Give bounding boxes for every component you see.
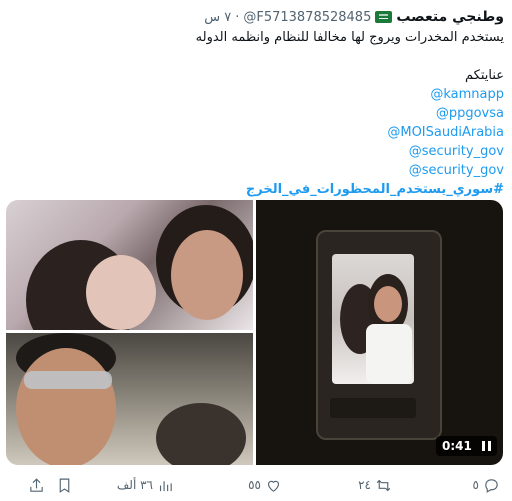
tweet-header: وطنجي متعصب @F5713878528485 · ٧ س [204, 6, 504, 28]
retweet-button[interactable]: ٢٤ [358, 472, 392, 498]
media-photo[interactable] [6, 333, 253, 465]
author-handle[interactable]: @F5713878528485 [243, 10, 371, 25]
media-photo[interactable] [6, 200, 253, 330]
like-count: ٥٥ [248, 478, 261, 492]
author-display-name[interactable]: وطنجي متعصب [396, 9, 504, 25]
views-icon [159, 480, 172, 491]
like-button[interactable]: ٥٥ [248, 472, 282, 498]
media-grid: 0:41 [6, 200, 503, 465]
views-button[interactable]: ٣٦ ألف [117, 472, 174, 498]
tweet-text-line [34, 47, 504, 66]
hashtag-link[interactable]: #سوري_يستخدم_المحظورات_في_الخرج [246, 182, 504, 197]
mention-link[interactable]: @ppgovsa [436, 106, 504, 121]
tweet: وطنجي متعصب @F5713878528485 · ٧ س يستخدم… [0, 0, 512, 501]
flag-icon [375, 11, 393, 23]
video-duration: 0:41 [436, 436, 497, 456]
media-video[interactable]: 0:41 [256, 200, 503, 465]
tweet-timestamp[interactable]: ٧ س [204, 10, 231, 25]
share-icon [30, 477, 43, 492]
reply-icon [485, 478, 498, 493]
mention-link[interactable]: @kamnapp [430, 87, 504, 102]
reply-count: ٥ [472, 478, 479, 492]
header-separator: · [235, 9, 240, 25]
tweet-text: يستخدم المخدرات ويروج لها مخالفا للنظام … [34, 28, 504, 199]
pause-icon[interactable] [481, 441, 491, 451]
action-bar: ٥ ٢٤ ٥٥ ٣٦ ألف [0, 472, 512, 498]
tweet-text-line: يستخدم المخدرات ويروج لها مخالفا للنظام … [195, 30, 504, 45]
bookmark-button[interactable] [56, 472, 73, 498]
tweet-text-line: عنايتكم [464, 68, 504, 83]
video-frame [316, 230, 442, 440]
share-button[interactable] [28, 472, 45, 498]
views-count: ٣٦ ألف [116, 478, 153, 492]
mention-link[interactable]: @security_gov [409, 163, 504, 178]
video-duration-text: 0:41 [442, 439, 472, 453]
bookmark-icon [59, 478, 70, 493]
reply-button[interactable]: ٥ [473, 472, 500, 498]
retweet-icon [376, 479, 391, 491]
mention-link[interactable]: @security_gov [409, 144, 504, 159]
mention-link[interactable]: @MOISaudiArabia [387, 125, 504, 140]
retweet-count: ٢٤ [358, 478, 371, 492]
like-icon [267, 480, 280, 492]
